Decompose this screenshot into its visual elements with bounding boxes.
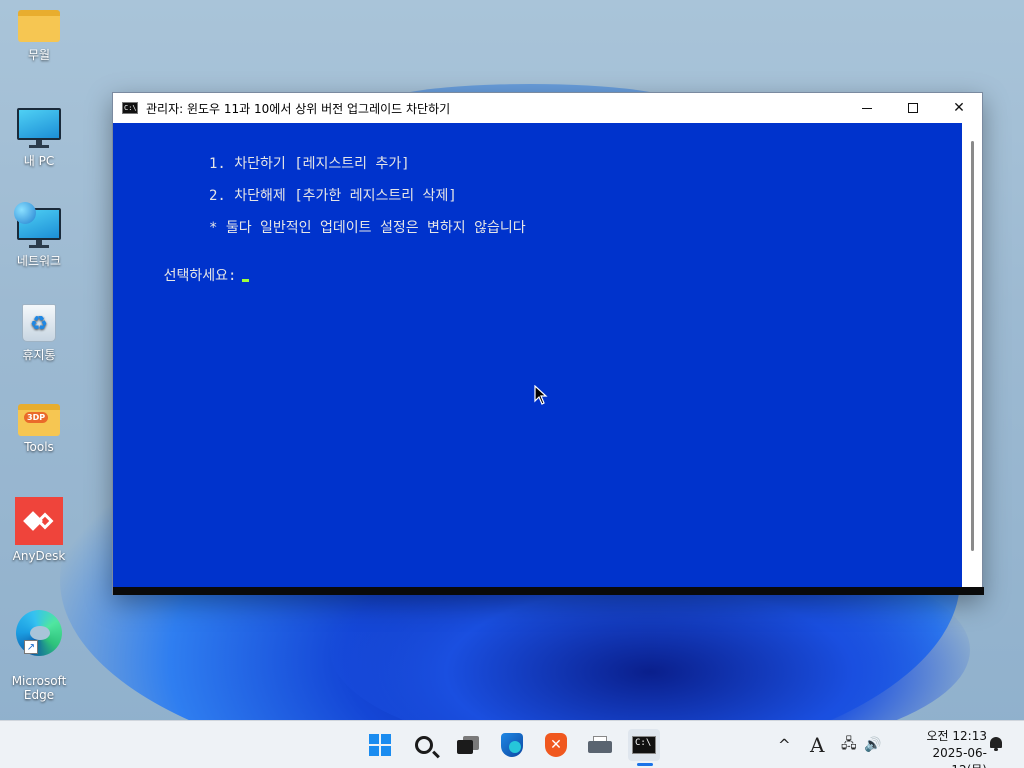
shortcut-arrow-icon: ↗ — [24, 640, 38, 654]
taskbar-clock[interactable]: 오전 12:13 2025-06-12(목) — [897, 728, 987, 768]
windows-logo-icon — [369, 734, 391, 756]
minimize-button[interactable] — [844, 93, 890, 123]
console-bottom-edge — [113, 587, 984, 595]
desktop-icon-tools[interactable]: 3DP Tools — [6, 404, 72, 454]
task-view-button[interactable] — [452, 729, 484, 761]
desktop-icon-label: Microsoft Edge — [11, 674, 67, 702]
minimize-icon — [862, 107, 872, 109]
network-tray-button[interactable]: 🖧 — [841, 721, 857, 768]
console-output[interactable]: 1. 차단하기 [레지스트리 추가] 2. 차단해제 [추가한 레지스트리 삭제… — [113, 123, 962, 587]
folder-badge: 3DP — [24, 412, 49, 423]
window-title: 관리자: 윈도우 11과 10에서 상위 버전 업그레이드 차단하기 — [146, 101, 451, 116]
cmd-icon: C:\ — [122, 102, 138, 114]
search-button[interactable] — [408, 729, 440, 761]
close-icon: ✕ — [953, 100, 965, 116]
desktop-icon-label: AnyDesk — [12, 549, 66, 563]
close-button[interactable]: ✕ — [936, 93, 982, 123]
start-button[interactable] — [364, 729, 396, 761]
printer-icon — [588, 736, 612, 754]
clock-time: 오전 12:13 — [926, 729, 987, 743]
text-cursor — [242, 279, 250, 282]
desktop-icon-label: 네트워크 — [16, 254, 62, 268]
maximize-button[interactable] — [890, 93, 936, 123]
security-app-button[interactable] — [496, 729, 528, 761]
notification-bell-icon[interactable] — [988, 735, 1004, 753]
window-titlebar[interactable]: C:\ 관리자: 윈도우 11과 10에서 상위 버전 업그레이드 차단하기 ✕ — [113, 93, 982, 123]
folder-icon — [18, 10, 60, 42]
taskbar: ✕ C:\ ^ A 🖧 🔊 오전 12:13 2025-06-12(목) — [0, 720, 1024, 768]
console-window[interactable]: C:\ 관리자: 윈도우 11과 10에서 상위 버전 업그레이드 차단하기 ✕… — [112, 92, 984, 595]
console-prompt[interactable]: 선택하세요: — [113, 249, 250, 301]
ime-icon: A — [810, 733, 825, 757]
recycle-bin-icon: ♻ — [22, 304, 56, 342]
anydesk-icon — [15, 497, 63, 545]
desktop-icon-label: 무월 — [27, 48, 51, 62]
search-icon — [415, 736, 433, 754]
desktop-icon-label: 휴지통 — [22, 348, 56, 362]
chevron-up-icon: ^ — [778, 736, 791, 754]
console-prompt-text: 선택하세요: — [163, 268, 237, 284]
desktop-icon-label: 내 PC — [23, 154, 55, 168]
desktop-icon-recycle-bin[interactable]: ♻ 휴지통 — [6, 304, 72, 363]
edge-icon: ↗ — [16, 610, 62, 656]
clock-date: 2025-06-12(목) — [932, 746, 987, 768]
console-line-2: 2. 차단해제 [추가한 레지스트리 삭제] — [209, 188, 457, 204]
tray-chevron-button[interactable]: ^ — [778, 721, 791, 768]
ime-indicator[interactable]: A — [810, 721, 824, 768]
desktop-icon-folder-muwol[interactable]: 무월 — [6, 10, 72, 63]
desktop-icon-label: Tools — [24, 440, 54, 454]
desktop-icon-anydesk[interactable]: AnyDesk — [6, 497, 72, 563]
console-line-3: * 둘다 일반적인 업데이트 설정은 변하지 않습니다 — [209, 220, 526, 236]
active-app-indicator — [637, 763, 653, 766]
network-icon: 🖧 — [841, 736, 857, 752]
vertical-scrollbar[interactable] — [962, 123, 982, 587]
desktop-icon-this-pc[interactable]: 내 PC — [6, 108, 72, 169]
desktop-icon-network[interactable]: 네트워크 — [6, 202, 72, 269]
maximize-icon — [908, 103, 918, 113]
volume-icon: 🔊 — [864, 737, 882, 753]
console-line-1: 1. 차단하기 [레지스트리 추가] — [209, 156, 410, 172]
folder-icon: 3DP — [18, 404, 60, 436]
brave-icon: ✕ — [545, 733, 567, 757]
scrollbar-thumb[interactable] — [971, 141, 974, 551]
brave-app-button[interactable]: ✕ — [540, 729, 572, 761]
printer-app-button[interactable] — [584, 729, 616, 761]
task-view-icon — [457, 736, 479, 754]
monitor-icon — [17, 108, 61, 140]
globe-icon — [14, 202, 36, 224]
terminal-icon: C:\ — [632, 736, 656, 754]
shield-icon — [501, 733, 523, 757]
volume-tray-button[interactable]: 🔊 — [864, 721, 881, 768]
desktop-icon-edge[interactable]: ↗ Microsoft Edge — [6, 596, 72, 702]
terminal-app-button[interactable]: C:\ — [628, 729, 660, 761]
